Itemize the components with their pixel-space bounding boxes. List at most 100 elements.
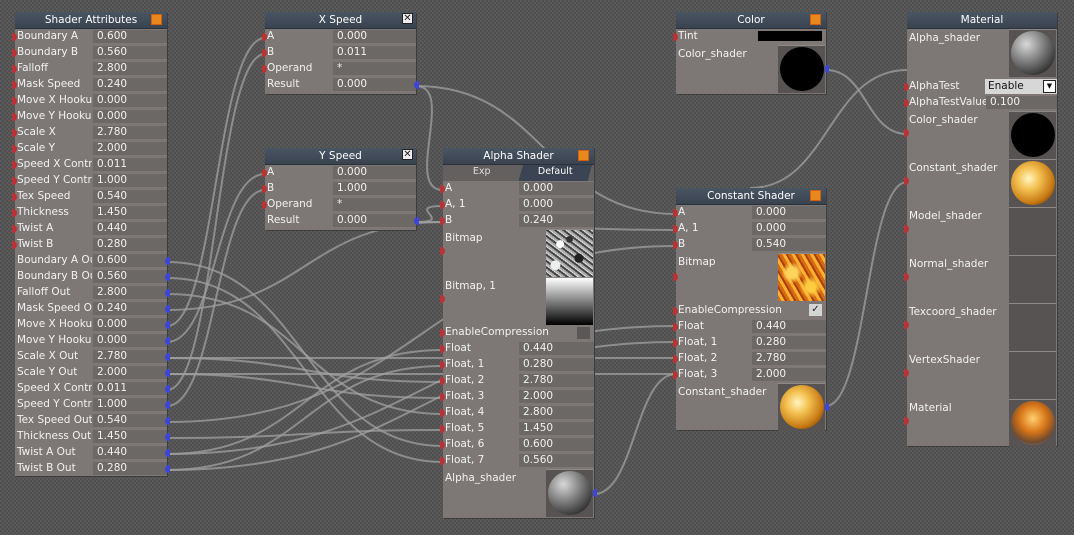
value-field[interactable]: * <box>333 198 416 211</box>
attribute-input-row[interactable]: Scale X 2.780 <box>12 125 167 141</box>
value-field[interactable]: 2.800 <box>519 406 594 419</box>
attribute-output-row[interactable]: Falloff Out 2.800 <box>15 285 170 301</box>
shader-attributes-title-bar[interactable]: Shader Attributes <box>15 12 167 29</box>
value-field[interactable]: 2.000 <box>752 368 826 381</box>
attribute-output-row[interactable]: Scale X Out 2.780 <box>15 349 170 365</box>
enable-compression-checkbox[interactable]: ✓ <box>809 304 822 316</box>
value-field[interactable]: 2.000 <box>93 142 167 155</box>
constant-shader-title-bar[interactable]: Constant Shader <box>676 188 826 205</box>
input-pin[interactable] <box>904 273 909 281</box>
speed-row[interactable]: B 0.011 <box>262 45 416 61</box>
value-field[interactable]: 1.000 <box>93 174 167 187</box>
alpha-shader-title-bar[interactable]: Alpha Shader <box>443 148 594 165</box>
input-pin[interactable] <box>440 295 445 303</box>
value-field[interactable]: 2.000 <box>519 390 594 403</box>
alpha-input-row[interactable]: A, 1 0.000 <box>440 197 594 213</box>
speed-row[interactable]: Result 0.000 <box>265 213 419 229</box>
input-pin[interactable] <box>904 321 909 329</box>
value-field[interactable]: 2.800 <box>93 62 167 75</box>
value-field[interactable]: 0.011 <box>333 46 416 59</box>
attribute-output-row[interactable]: Twist B Out 0.280 <box>15 461 170 477</box>
output-pin[interactable] <box>165 401 170 409</box>
output-pin[interactable] <box>165 433 170 441</box>
tint-color-swatch[interactable] <box>758 31 822 41</box>
y-speed-node[interactable]: Y Speed ✕ A 0.000 B 1.000 Operand * Result 0.00… <box>262 148 419 230</box>
alpha-shader-node[interactable]: Alpha Shader Exp Default A 0.000 A, 1 0.000… <box>440 148 597 518</box>
value-field[interactable]: 0.600 <box>93 254 167 267</box>
speed-row[interactable]: Operand * <box>262 197 416 213</box>
output-pin[interactable] <box>165 305 170 313</box>
value-field[interactable]: 0.000 <box>333 30 416 43</box>
value-field[interactable]: 2.780 <box>93 126 167 139</box>
float-row[interactable]: Float, 6 0.600 <box>440 437 594 453</box>
value-field[interactable]: 0.440 <box>519 342 594 355</box>
value-field[interactable]: 0.000 <box>752 206 826 219</box>
value-field[interactable]: 1.450 <box>519 422 594 435</box>
color-title-bar[interactable]: Color <box>676 12 826 29</box>
float-row[interactable]: Float, 2 2.780 <box>440 373 594 389</box>
material-slot[interactable]: Texcoord_shader <box>904 303 1057 351</box>
input-pin[interactable] <box>440 247 445 255</box>
close-button[interactable]: ✕ <box>402 13 413 24</box>
output-pin[interactable] <box>414 217 419 225</box>
output-pin[interactable] <box>165 321 170 329</box>
float-row[interactable]: Float 0.440 <box>673 319 826 335</box>
float-row[interactable]: Float, 3 2.000 <box>673 367 826 383</box>
enable-compression-checkbox[interactable] <box>577 327 590 339</box>
attribute-input-row[interactable]: Mask Speed 0.240 <box>12 77 167 93</box>
value-field[interactable]: 1.000 <box>93 398 167 411</box>
alpha-test-dropdown[interactable]: Enable ▼ <box>985 79 1057 94</box>
value-field[interactable]: 0.000 <box>519 198 594 211</box>
bitmap-slot[interactable]: Bitmap <box>673 253 826 303</box>
x-speed-title-bar[interactable]: X Speed ✕ <box>265 12 416 29</box>
value-field[interactable]: 0.000 <box>333 214 416 227</box>
attribute-output-row[interactable]: Twist A Out 0.440 <box>15 445 170 461</box>
value-field[interactable]: 0.600 <box>93 30 167 43</box>
value-field[interactable]: 0.540 <box>752 238 826 251</box>
node-toggle-button[interactable] <box>810 14 821 25</box>
tab-exp[interactable]: Exp <box>445 165 519 181</box>
input-pin[interactable] <box>904 177 909 185</box>
attribute-input-row[interactable]: Speed Y Control1.000 <box>12 173 167 189</box>
alpha-shader-slot[interactable]: Alpha_shader <box>907 29 1057 79</box>
float-row[interactable]: Float, 5 1.450 <box>440 421 594 437</box>
attribute-output-row[interactable]: Mask Speed Out0.240 <box>15 301 170 317</box>
speed-row[interactable]: A 0.000 <box>262 29 416 45</box>
value-field[interactable]: 0.000 <box>333 166 416 179</box>
value-field[interactable]: 2.000 <box>93 366 167 379</box>
value-field[interactable]: * <box>333 62 416 75</box>
attribute-input-row[interactable]: Twist B 0.280 <box>12 237 167 253</box>
enable-compression-row[interactable]: EnableCompression <box>440 325 594 341</box>
attribute-output-row[interactable]: Scale Y Out 2.000 <box>15 365 170 381</box>
value-field[interactable]: 0.440 <box>93 446 167 459</box>
value-field[interactable]: 0.280 <box>93 238 167 251</box>
tint-row[interactable]: Tint <box>673 29 826 45</box>
alpha-test-value-field[interactable]: 0.100 <box>986 96 1057 109</box>
attribute-output-row[interactable]: Thickness Out 1.450 <box>15 429 170 445</box>
value-field[interactable]: 0.240 <box>519 214 594 227</box>
value-field[interactable]: 0.540 <box>93 414 167 427</box>
float-row[interactable]: Float 0.440 <box>440 341 594 357</box>
speed-row[interactable]: A 0.000 <box>262 165 416 181</box>
output-pin[interactable] <box>414 81 419 89</box>
attribute-output-row[interactable]: Speed X Control0.011 <box>15 381 170 397</box>
value-field[interactable]: 0.000 <box>752 222 826 235</box>
value-field[interactable]: 0.000 <box>93 334 167 347</box>
output-pin[interactable] <box>165 257 170 265</box>
material-title-bar[interactable]: Material <box>907 12 1057 29</box>
output-pin[interactable] <box>165 465 170 473</box>
material-slot[interactable]: Model_shader <box>904 207 1057 255</box>
constant-input-row[interactable]: B 0.540 <box>673 237 826 253</box>
alpha-test-row[interactable]: AlphaTest Enable ▼ <box>904 79 1057 95</box>
x-speed-node[interactable]: X Speed ✕ A 0.000 B 0.011 Operand * Result 0.00… <box>262 12 419 94</box>
value-field[interactable]: 1.450 <box>93 430 167 443</box>
input-pin[interactable] <box>904 417 909 425</box>
attribute-output-row[interactable]: Move Y Hookup 0.000 <box>15 333 170 349</box>
float-row[interactable]: Float, 1 0.280 <box>440 357 594 373</box>
value-field[interactable]: 0.560 <box>93 46 167 59</box>
y-speed-title-bar[interactable]: Y Speed ✕ <box>265 148 416 165</box>
material-slot[interactable]: VertexShader <box>904 351 1057 399</box>
value-field[interactable]: 0.440 <box>93 222 167 235</box>
value-field[interactable]: 0.280 <box>519 358 594 371</box>
material-slot[interactable]: Material <box>904 399 1057 447</box>
